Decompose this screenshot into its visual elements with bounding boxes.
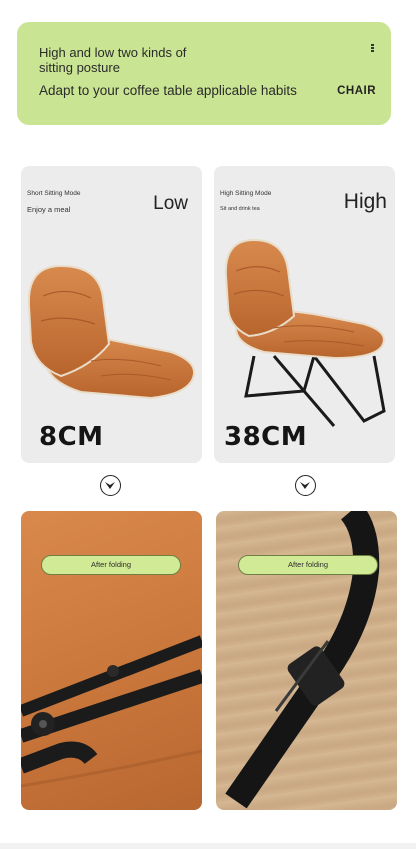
low-chair-image: [27, 264, 195, 400]
banner-headline: High and low two kinds of sitting postur…: [39, 45, 187, 75]
folded-chair-photo-right: After folding: [216, 511, 397, 810]
chevron-down-circle-icon: [100, 475, 121, 496]
height-value: 38CM: [224, 422, 308, 452]
high-chair-image: [224, 238, 386, 427]
high-mode-card: High Sitting Mode Sit and drink tea High…: [214, 166, 395, 463]
menu-dots-icon: [371, 44, 374, 53]
brand-label: CHAIR: [337, 85, 376, 97]
banner-subline: Adapt to your coffee table applicable ha…: [39, 83, 297, 98]
chevron-down-circle-icon: [295, 475, 316, 496]
after-folding-label: After folding: [238, 555, 378, 575]
top-banner: High and low two kinds of sitting postur…: [17, 22, 391, 125]
after-folding-label: After folding: [41, 555, 181, 575]
folded-chair-photo-left: After folding: [21, 511, 202, 810]
bottom-divider: [0, 843, 416, 849]
low-mode-card: Short Sitting Mode Enjoy a meal Low 8CM: [21, 166, 202, 463]
height-value: 8CM: [39, 422, 104, 452]
